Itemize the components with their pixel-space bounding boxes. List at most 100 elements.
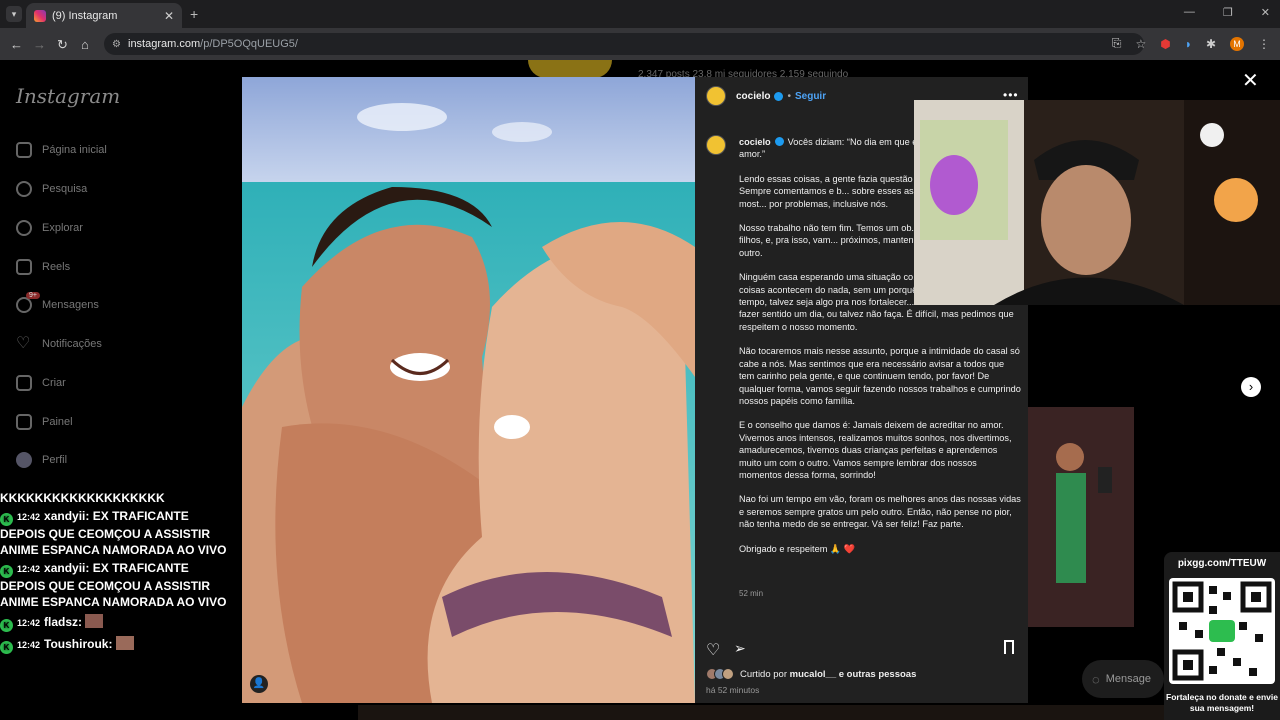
sidebar-item-label: Mensagens	[42, 299, 99, 311]
forward-icon[interactable]: →	[33, 37, 46, 52]
kick-badge-icon: K	[0, 641, 13, 654]
browser-tab-bar: ▾ (9) Instagram ✕ + — ❐ ✕	[0, 0, 1280, 28]
messages-button-label: Mensage	[1105, 673, 1151, 685]
sidebar-item-create[interactable]: Criar	[16, 375, 66, 391]
instagram-favicon-icon	[34, 9, 46, 22]
sidebar-item-messages[interactable]: Mensagens	[16, 297, 99, 313]
chat-user[interactable]: fladsz:	[44, 615, 82, 629]
caption-paragraph: E o conselho que damos é: Jamais deixem …	[739, 420, 1012, 480]
kick-badge-icon: K	[0, 513, 13, 526]
reload-icon[interactable]: ↻	[57, 37, 68, 53]
save-bookmark-icon[interactable]	[1004, 640, 1014, 654]
caption-author-avatar[interactable]	[706, 135, 726, 155]
chat-time: 12:42	[17, 618, 41, 628]
donation-qr-overlay: pixgg.com/TTEUW Fortaleça no donate e en…	[1164, 552, 1280, 720]
emote-icon	[85, 614, 104, 628]
window-close-icon[interactable]: ✕	[1261, 6, 1270, 19]
follow-button[interactable]: Seguir	[795, 91, 826, 102]
url-host: instagram.com	[128, 38, 201, 50]
thumbnail-image	[1028, 407, 1134, 627]
messages-count-badge: 9+	[26, 292, 40, 299]
back-icon[interactable]: ←	[10, 37, 23, 52]
next-post-arrow-icon[interactable]: ›	[1241, 377, 1261, 397]
site-info-icon[interactable]: ⚙	[112, 39, 121, 50]
tab-close-icon[interactable]: ✕	[164, 9, 174, 23]
caption-username[interactable]: cocielo	[739, 137, 771, 147]
liked-prefix: Curtido por	[740, 668, 787, 680]
post-header: cocielo • Seguir	[706, 86, 826, 106]
browser-menu-icon[interactable]: ⋮	[1258, 37, 1270, 51]
chat-text: KKKKKKKKKKKKKKKKKKK	[0, 491, 165, 505]
sidebar-item-notifications[interactable]: ♡ Notificações	[16, 336, 102, 352]
webcam-image	[914, 100, 1280, 305]
sidebar-item-label: Página inicial	[42, 144, 107, 156]
couple-beach-photo	[242, 77, 695, 703]
messages-button[interactable]: ◌ Mensage	[1082, 660, 1164, 698]
background-profile-avatar	[528, 60, 612, 78]
liked-others-link[interactable]: e outras pessoas	[839, 669, 917, 680]
instagram-logo[interactable]: Instagram	[16, 84, 120, 108]
compass-icon	[16, 220, 32, 236]
liked-user-link[interactable]: mucalol__	[790, 669, 836, 680]
liked-by: Curtido por mucalol__ e outras pessoas	[706, 668, 916, 680]
sidebar-item-explore[interactable]: Explorar	[16, 220, 83, 236]
browser-profile-avatar[interactable]: M	[1230, 36, 1244, 51]
post-photo[interactable]: 👤	[242, 77, 695, 703]
extension-sound-icon[interactable]: ◗	[1185, 37, 1192, 51]
chat-user[interactable]: Toushirouk:	[44, 637, 112, 651]
url-path: /p/DP5OQqUEUG5/	[200, 38, 298, 50]
home-browser-icon[interactable]: ⌂	[81, 37, 89, 52]
sidebar-item-dashboard[interactable]: Painel	[16, 414, 73, 430]
sidebar-item-home[interactable]: Página inicial	[16, 142, 107, 158]
extensions-area: ⎘ ☆ ⬢ ◗ ✱ M ⋮	[1112, 36, 1270, 51]
sidebar-item-label: Perfil	[42, 454, 68, 466]
install-app-icon[interactable]: ⎘	[1112, 36, 1122, 51]
chat-time: 12:42	[17, 512, 41, 522]
tagged-people-icon[interactable]: 👤	[250, 675, 268, 693]
verified-badge-icon	[774, 91, 784, 101]
stream-chat: KKKKKKKKKKKKKKKKKKK K 12:42 xandyii: EX TR…	[0, 490, 236, 720]
window-controls: — ❐ ✕	[1184, 6, 1270, 19]
url-field[interactable]: ⚙ instagram.com/p/DP5OQqUEUG5/	[104, 33, 1144, 55]
emote-icon	[115, 636, 134, 650]
extensions-puzzle-icon[interactable]: ✱	[1206, 37, 1216, 51]
tab-title: (9) Instagram	[52, 9, 118, 22]
sidebar-item-label: Painel	[42, 416, 73, 428]
chat-message: K 12:42 fladsz:	[0, 614, 236, 632]
caption-paragraph: Obrigado e respeitem 🙏 ❤️	[739, 543, 856, 554]
browser-tab-instagram[interactable]: (9) Instagram ✕	[26, 3, 182, 28]
qr-code-icon	[1169, 578, 1275, 684]
post-age: há 52 minutos	[706, 685, 760, 695]
heart-icon: ♡	[16, 335, 31, 352]
share-send-icon[interactable]: ➢	[734, 640, 746, 657]
search-icon	[16, 181, 32, 197]
streamer-webcam	[914, 100, 1280, 305]
restore-icon[interactable]: ❐	[1223, 6, 1233, 19]
chat-time: 12:42	[17, 564, 41, 574]
minimize-icon[interactable]: —	[1184, 6, 1195, 19]
verified-badge-icon	[774, 137, 784, 146]
post-actions: ♡ ➢	[706, 640, 1018, 660]
sidebar-item-profile[interactable]: Perfil	[16, 452, 67, 468]
chat-message: KKKKKKKKKKKKKKKKKKK	[0, 490, 236, 506]
kick-badge-icon: K	[0, 565, 13, 578]
author-username[interactable]: cocielo	[736, 91, 770, 102]
chat-message: K 12:42 xandyii: EX TRAFICANTE DEPOIS QUE …	[0, 508, 236, 558]
chat-message: K 12:42 Toushirouk:	[0, 636, 236, 654]
chat-user[interactable]: xandyii:	[44, 509, 89, 523]
sidebar-item-label: Reels	[42, 261, 71, 273]
sidebar-item-reels[interactable]: Reels	[16, 259, 70, 275]
like-heart-icon[interactable]: ♡	[706, 640, 720, 660]
kick-badge-icon: K	[0, 619, 13, 632]
chat-user[interactable]: xandyii:	[44, 561, 89, 575]
tab-search-icon[interactable]: ▾	[6, 6, 22, 22]
bookmark-star-icon[interactable]: ☆	[1135, 37, 1146, 51]
liker-avatar	[722, 668, 734, 680]
background-thumbnail	[1028, 407, 1134, 627]
close-modal-icon[interactable]: ✕	[1242, 68, 1259, 93]
sidebar-item-search[interactable]: Pesquisa	[16, 181, 87, 197]
sidebar-item-label: Explorar	[42, 222, 83, 234]
author-avatar[interactable]	[706, 86, 726, 106]
new-tab-button[interactable]: +	[190, 6, 198, 22]
extension-shield-icon[interactable]: ⬢	[1160, 37, 1170, 51]
